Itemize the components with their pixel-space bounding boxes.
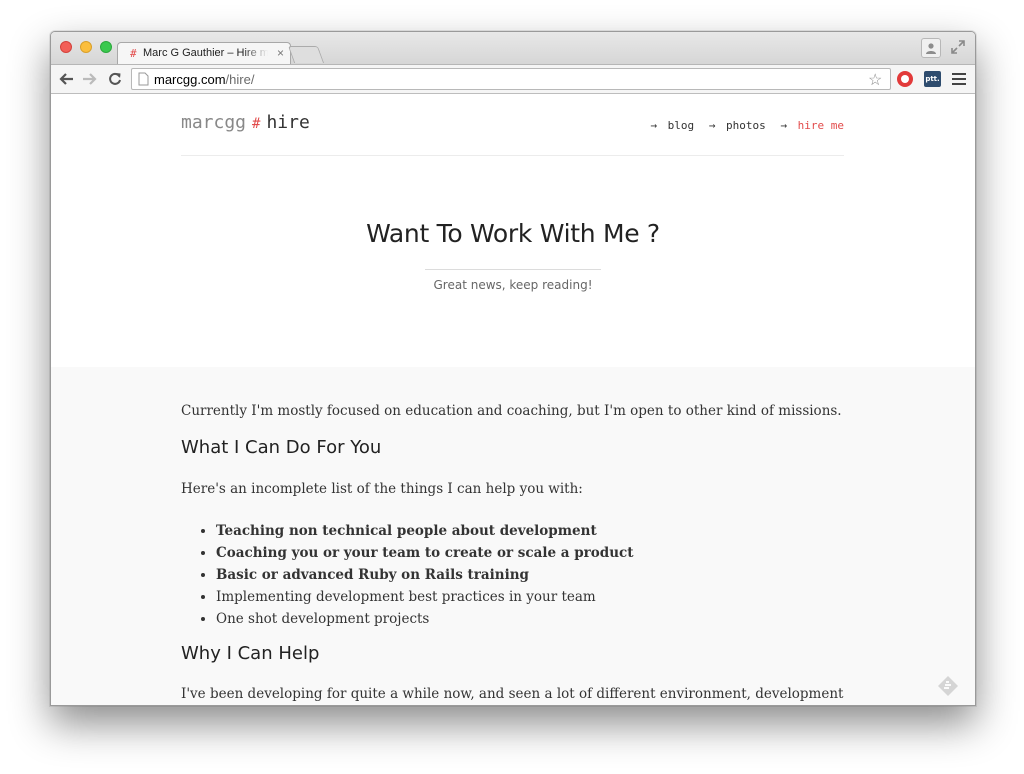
list-item: Teaching non technical people about deve… — [216, 520, 633, 542]
logo-name: marcgg — [181, 112, 247, 133]
header-divider — [181, 155, 844, 156]
bookmark-star-icon[interactable]: ☆ — [868, 70, 882, 90]
window-zoom-button[interactable] — [100, 41, 112, 53]
list-item: Implementing development best practices … — [216, 586, 633, 608]
nav-link-blog[interactable]: blog — [668, 119, 695, 132]
back-arrow-icon — [59, 73, 73, 85]
logo-section: hire — [266, 112, 310, 133]
nav-link-photos[interactable]: photos — [726, 119, 766, 132]
list-intro-paragraph: Here's an incomplete list of the things … — [181, 481, 583, 497]
feedly-icon[interactable] — [937, 675, 959, 697]
window-close-button[interactable] — [60, 41, 72, 53]
url-path: /hire/ — [225, 72, 255, 87]
tab-strip: # Marc G Gauthier – Hire me × — [51, 32, 975, 65]
reload-button[interactable] — [105, 70, 125, 88]
logo-hash: # — [252, 116, 261, 132]
hero-section: marcgg # hire → blog → photos → hire me Wa… — [51, 94, 975, 367]
heading-why-i-can-help: Why I Can Help — [181, 643, 320, 664]
list-item: One shot development projects — [216, 608, 633, 630]
menu-icon[interactable] — [952, 73, 966, 88]
url-domain: marcgg.com — [154, 72, 226, 87]
page-title: Want To Work With Me ? — [366, 219, 660, 248]
nav-link-hire-me[interactable]: hire me — [798, 119, 844, 132]
fullscreen-icon[interactable] — [951, 40, 965, 54]
new-tab-button[interactable] — [287, 46, 325, 63]
address-bar[interactable]: marcgg.com/hire/ ☆ — [131, 68, 891, 90]
user-icon — [926, 43, 936, 54]
nav-arrow: → — [708, 119, 716, 132]
page-subtitle: Great news, keep reading! — [433, 278, 593, 292]
list-item: Coaching you or your team to create or s… — [216, 542, 633, 564]
page-content: marcgg # hire → blog → photos → hire me Wa… — [51, 94, 975, 705]
nav-arrow: → — [780, 119, 788, 132]
tab-title: Marc G Gauthier – Hire me — [143, 47, 268, 59]
nav-arrow: → — [650, 119, 658, 132]
page-icon — [138, 72, 149, 86]
url-text: marcgg.com/hire/ — [154, 72, 254, 87]
tab-favicon: # — [130, 47, 137, 60]
browser-window: # Marc G Gauthier – Hire me × marcgg.com… — [50, 31, 976, 706]
profile-button[interactable] — [921, 38, 941, 58]
heading-what-i-can-do: What I Can Do For You — [181, 437, 382, 458]
site-nav: → blog → photos → hire me — [650, 119, 844, 132]
browser-tab[interactable]: # Marc G Gauthier – Hire me × — [117, 42, 291, 65]
reload-icon — [109, 72, 121, 85]
intro-paragraph: Currently I'm mostly focused on educatio… — [181, 403, 842, 419]
extension-adblock-icon[interactable] — [897, 71, 913, 87]
window-minimize-button[interactable] — [80, 41, 92, 53]
browser-toolbar: marcgg.com/hire/ ☆ ptt. — [51, 64, 975, 94]
back-button[interactable] — [56, 70, 76, 88]
services-list: Teaching non technical people about deve… — [181, 520, 633, 630]
article-section: Currently I'm mostly focused on educatio… — [51, 367, 975, 705]
tab-close-icon[interactable]: × — [277, 46, 284, 60]
site-logo[interactable]: marcgg # hire — [181, 112, 310, 133]
list-item: Basic or advanced Ruby on Rails training — [216, 564, 633, 586]
forward-arrow-icon — [83, 73, 97, 85]
why-paragraph: I've been developing for quite a while n… — [181, 686, 844, 702]
title-divider — [425, 269, 601, 270]
extension-ptt-icon[interactable]: ptt. — [924, 71, 941, 87]
forward-button[interactable] — [80, 70, 100, 88]
